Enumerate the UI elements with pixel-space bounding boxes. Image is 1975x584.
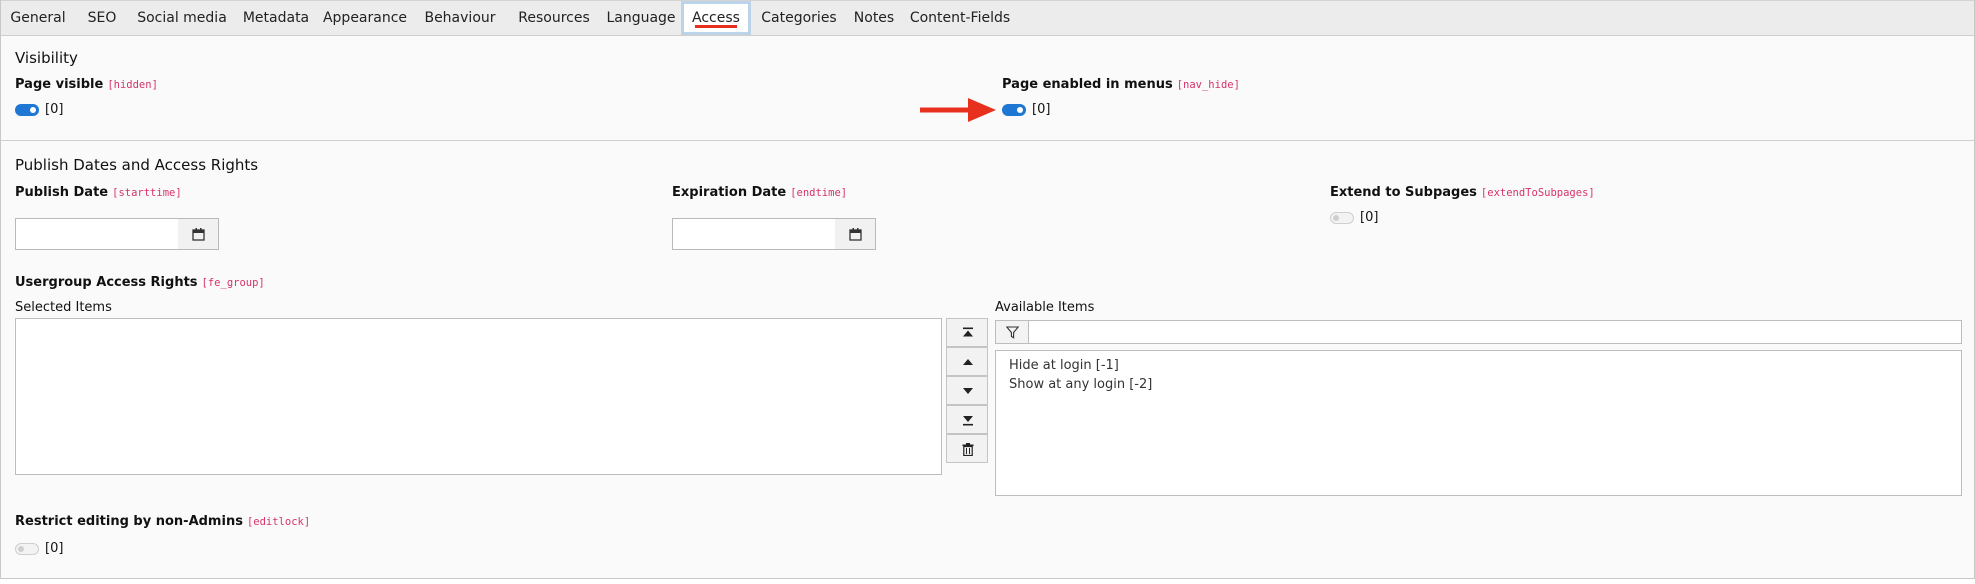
filter-input[interactable] (1028, 320, 1962, 344)
filter-icon (1006, 326, 1019, 339)
tab-resources[interactable]: Resources (507, 1, 601, 35)
publish-date-input[interactable] (15, 218, 179, 250)
publish-section-title: Publish Dates and Access Rights (15, 156, 259, 174)
tab-behaviour[interactable]: Behaviour (413, 1, 507, 35)
extend-subpages-field-name: [extendToSubpages] (1480, 187, 1595, 199)
expiration-date-input[interactable] (672, 218, 836, 250)
tab-social-media[interactable]: Social media (129, 1, 235, 35)
form-container: General SEO Social media Metadata Appear… (0, 0, 1975, 579)
trash-icon (962, 443, 974, 456)
editlock-value: [0] (45, 541, 64, 556)
move-to-top-icon (963, 327, 973, 337)
selected-items-label: Selected Items (15, 300, 112, 315)
page-visible-label-text: Page visible (15, 77, 104, 92)
editlock-toggle[interactable] (15, 543, 39, 555)
visibility-section-title: Visibility (15, 49, 78, 67)
page-enabled-menus-label-text: Page enabled in menus (1002, 77, 1173, 92)
move-down-button[interactable] (946, 376, 988, 405)
tab-bar: General SEO Social media Metadata Appear… (1, 0, 1974, 36)
move-to-bottom-icon (963, 416, 973, 426)
filter-button[interactable] (995, 320, 1029, 344)
move-to-top-button[interactable] (946, 318, 988, 347)
tab-content-fields[interactable]: Content-Fields (903, 1, 1017, 35)
tab-access[interactable]: Access (681, 1, 751, 35)
editlock-field-name: [editlock] (246, 516, 311, 528)
move-up-button[interactable] (946, 347, 988, 376)
calendar-icon (849, 228, 862, 241)
page-visible-value: [0] (45, 102, 64, 117)
delete-button[interactable] (946, 434, 988, 463)
publish-date-label-text: Publish Date (15, 185, 109, 200)
page-visible-label: Page visible [hidden] (15, 77, 158, 92)
editlock-label: Restrict editing by non-Admins [editlock] (15, 514, 310, 529)
selected-items-list[interactable] (15, 318, 942, 475)
available-item-hide-at-login[interactable]: Hide at login [-1] (1009, 358, 1119, 373)
page-visible-toggle[interactable] (15, 104, 39, 116)
move-to-bottom-button[interactable] (946, 405, 988, 434)
usergroup-field-name: [fe_group] (201, 277, 265, 289)
available-items-label: Available Items (995, 300, 1095, 315)
expiration-date-label-text: Expiration Date (672, 185, 787, 200)
move-up-icon (963, 359, 973, 365)
tab-notes[interactable]: Notes (845, 1, 903, 35)
page-enabled-menus-field-name: [nav_hide] (1176, 79, 1240, 91)
extend-subpages-value: [0] (1360, 210, 1379, 225)
tab-categories[interactable]: Categories (753, 1, 845, 35)
tab-metadata[interactable]: Metadata (235, 1, 317, 35)
extend-subpages-label-text: Extend to Subpages (1330, 185, 1477, 200)
tab-language[interactable]: Language (601, 1, 681, 35)
expiration-date-calendar-button[interactable] (835, 218, 876, 250)
available-item-show-at-any-login[interactable]: Show at any login [-2] (1009, 377, 1152, 392)
page-enabled-menus-value: [0] (1032, 102, 1051, 117)
tab-access-label: Access (692, 10, 740, 26)
page-visible-field-name: [hidden] (107, 79, 158, 91)
extend-subpages-toggle[interactable] (1330, 212, 1354, 224)
tab-general[interactable]: General (1, 1, 75, 35)
editlock-label-text: Restrict editing by non-Admins (15, 514, 243, 529)
calendar-icon (192, 228, 205, 241)
publish-date-calendar-button[interactable] (178, 218, 219, 250)
expiration-date-label: Expiration Date [endtime] (672, 185, 847, 200)
tab-appearance[interactable]: Appearance (317, 1, 413, 35)
publish-date-label: Publish Date [starttime] (15, 185, 182, 200)
publish-date-field-name: [starttime] (112, 187, 182, 199)
move-down-icon (963, 388, 973, 394)
tab-seo[interactable]: SEO (75, 1, 129, 35)
active-tab-underline (695, 25, 737, 28)
expiration-date-field-name: [endtime] (790, 187, 848, 199)
extend-subpages-label: Extend to Subpages [extendToSubpages] (1330, 185, 1595, 200)
page-enabled-menus-label: Page enabled in menus [nav_hide] (1002, 77, 1240, 92)
usergroup-label: Usergroup Access Rights [fe_group] (15, 275, 265, 290)
page-enabled-menus-toggle[interactable] (1002, 104, 1026, 116)
available-items-list[interactable] (995, 350, 1962, 496)
section-divider (1, 140, 1974, 141)
red-arrow-icon (920, 98, 996, 122)
usergroup-label-text: Usergroup Access Rights (15, 275, 198, 290)
